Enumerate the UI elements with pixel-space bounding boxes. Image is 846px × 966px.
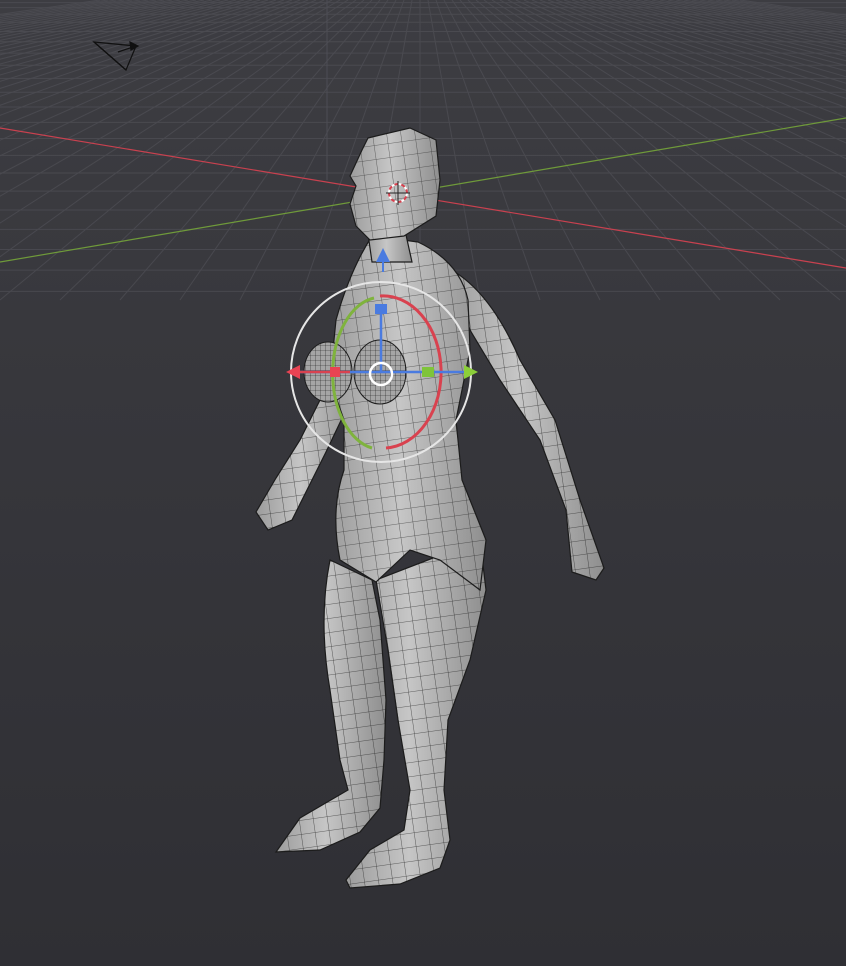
mesh-figure[interactable] [255, 127, 605, 889]
grid-line [491, 0, 846, 228]
grid-line [707, 0, 846, 23]
viewport-canvas[interactable] [0, 0, 846, 966]
grid-line [555, 0, 846, 99]
grid-line [451, 0, 661, 301]
grid-line [563, 0, 846, 91]
grid-line [179, 0, 389, 301]
grid-line [443, 0, 601, 301]
grid-line [0, 0, 317, 141]
grid-line [0, 0, 357, 258]
grid-line [467, 0, 781, 301]
grid-line [0, 0, 213, 48]
grid-line [119, 0, 381, 301]
grid-line [0, 0, 133, 22]
grid-line [0, 0, 237, 60]
grid-line [459, 0, 721, 301]
x-arrow-red[interactable] [286, 365, 300, 379]
grid-line [0, 0, 341, 197]
grid-line [0, 0, 101, 15]
grid-line [483, 0, 846, 262]
grid-line [435, 0, 541, 301]
grid-line [0, 0, 325, 157]
grid-line [579, 0, 846, 78]
grid-line [0, 0, 349, 224]
grid-line [0, 0, 189, 38]
grid-line [571, 0, 846, 84]
grid-line [587, 0, 846, 72]
grid-line [0, 0, 205, 45]
z-plane-handle[interactable] [375, 304, 387, 314]
grid-line [667, 0, 846, 34]
grid-line [0, 0, 221, 52]
grid-line [611, 0, 846, 57]
3d-viewport[interactable] [0, 0, 846, 966]
y-plane-handle[interactable] [422, 367, 434, 377]
x-plane-handle[interactable] [330, 367, 340, 377]
grid-line [59, 0, 373, 301]
grid-line [507, 0, 846, 178]
